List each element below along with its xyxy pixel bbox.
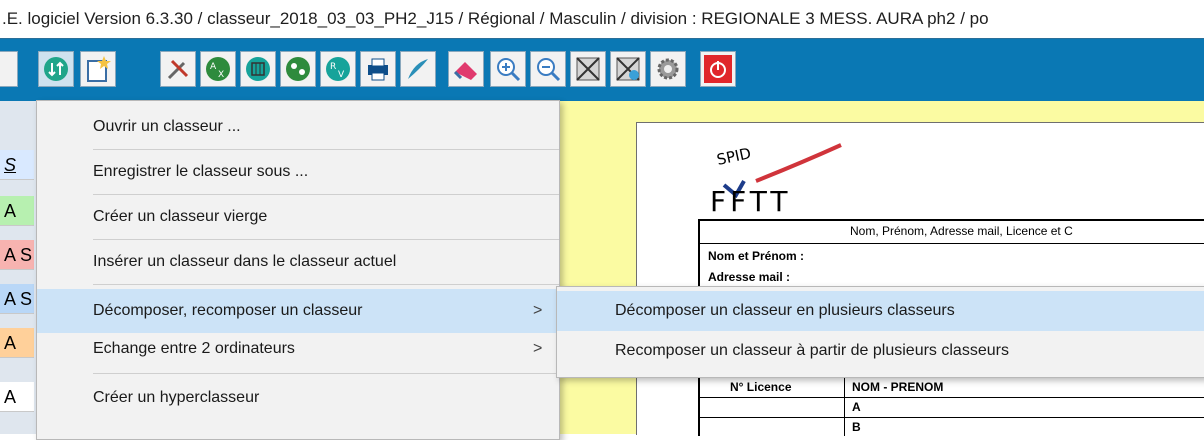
zoom-in-button[interactable]: [490, 51, 526, 87]
new-sheet-button[interactable]: [80, 51, 116, 87]
menu-separator: [93, 284, 559, 285]
tools-button[interactable]: [160, 51, 196, 87]
svg-text:FFTT: FFTT: [710, 185, 791, 213]
zoom-out-button[interactable]: [530, 51, 566, 87]
cross-grid-icon: [576, 57, 600, 81]
left-cell[interactable]: A: [0, 382, 34, 412]
print-icon: [368, 58, 388, 81]
ax-icon: AX: [206, 57, 230, 81]
svg-text:A: A: [210, 62, 217, 72]
menu-item-save-as[interactable]: Enregistrer le classeur sous ...: [37, 150, 559, 194]
email-label: Adresse mail :: [708, 270, 791, 284]
tools-icon: [167, 59, 189, 80]
grid-refresh-button[interactable]: [610, 51, 646, 87]
gear-icon: [657, 58, 679, 80]
settings-button[interactable]: [650, 51, 686, 87]
svg-text:V: V: [338, 70, 345, 80]
svg-text:X: X: [218, 70, 224, 80]
grid-refresh-icon: [616, 57, 640, 81]
name-label: Nom et Prénom :: [708, 249, 805, 263]
ax-button[interactable]: AX: [200, 51, 236, 87]
cross-grid-button[interactable]: [570, 51, 606, 87]
quill-icon: [408, 59, 428, 79]
zoom-in-icon: [497, 58, 521, 82]
row-b: B: [852, 420, 861, 434]
grid-button[interactable]: [240, 51, 276, 87]
zoom-out-icon: [537, 58, 561, 82]
left-cell[interactable]: A S: [0, 240, 34, 270]
fftt-logo: SPID FFTT: [710, 143, 842, 213]
sort-icon: [44, 57, 68, 81]
power-button[interactable]: [700, 51, 736, 87]
left-cell[interactable]: S: [0, 150, 34, 180]
left-cell[interactable]: A S: [0, 284, 34, 314]
partial-button[interactable]: [0, 51, 18, 87]
print-button[interactable]: [360, 51, 396, 87]
form-header: Nom, Prénom, Adresse mail, Licence et C: [850, 224, 1073, 238]
decompose-submenu: Décomposer un classeur en plusieurs clas…: [556, 286, 1204, 378]
eraser-icon: [453, 62, 477, 80]
menu-item-new-blank[interactable]: Créer un classeur vierge: [37, 195, 559, 239]
name-column-header: NOM - PRENOM: [852, 380, 944, 394]
svg-text:SPID: SPID: [715, 144, 753, 169]
team-button[interactable]: [280, 51, 316, 87]
left-cell[interactable]: A: [0, 196, 34, 226]
menu-item-exchange[interactable]: Echange entre 2 ordinateurs >: [37, 327, 559, 371]
quill-button[interactable]: [400, 51, 436, 87]
submenu-item-decompose[interactable]: Décomposer un classeur en plusieurs clas…: [557, 291, 1204, 331]
team-icon: [286, 57, 310, 81]
licence-column-header: N° Licence: [730, 380, 792, 394]
row-a: A: [852, 400, 861, 414]
rv-icon: RV: [326, 57, 350, 81]
rv-button[interactable]: RV: [320, 51, 356, 87]
file-menu: Ouvrir un classeur ... Enregistrer le cl…: [36, 100, 560, 440]
menu-item-hyperclasseur[interactable]: Créer un hyperclasseur: [37, 376, 559, 420]
window-title: .E. logiciel Version 6.3.30 / classeur_2…: [2, 9, 989, 28]
chevron-right-icon: >: [533, 340, 543, 357]
submenu-item-recompose[interactable]: Recomposer un classeur à partir de plusi…: [557, 331, 1204, 371]
left-cell[interactable]: A: [0, 328, 34, 358]
grid-icon: [246, 57, 270, 81]
menu-separator: [93, 373, 559, 374]
svg-text:R: R: [330, 62, 336, 72]
menu-item-open[interactable]: Ouvrir un classeur ...: [37, 105, 559, 149]
window-title-bar: .E. logiciel Version 6.3.30 / classeur_2…: [0, 0, 1204, 38]
toolbar: AX RV: [0, 38, 1204, 101]
eraser-button[interactable]: [448, 51, 484, 87]
sort-button[interactable]: [38, 51, 74, 87]
power-icon: [704, 55, 732, 83]
menu-item-insert[interactable]: Insérer un classeur dans le classeur act…: [37, 240, 559, 284]
new-sheet-icon: [87, 56, 111, 82]
